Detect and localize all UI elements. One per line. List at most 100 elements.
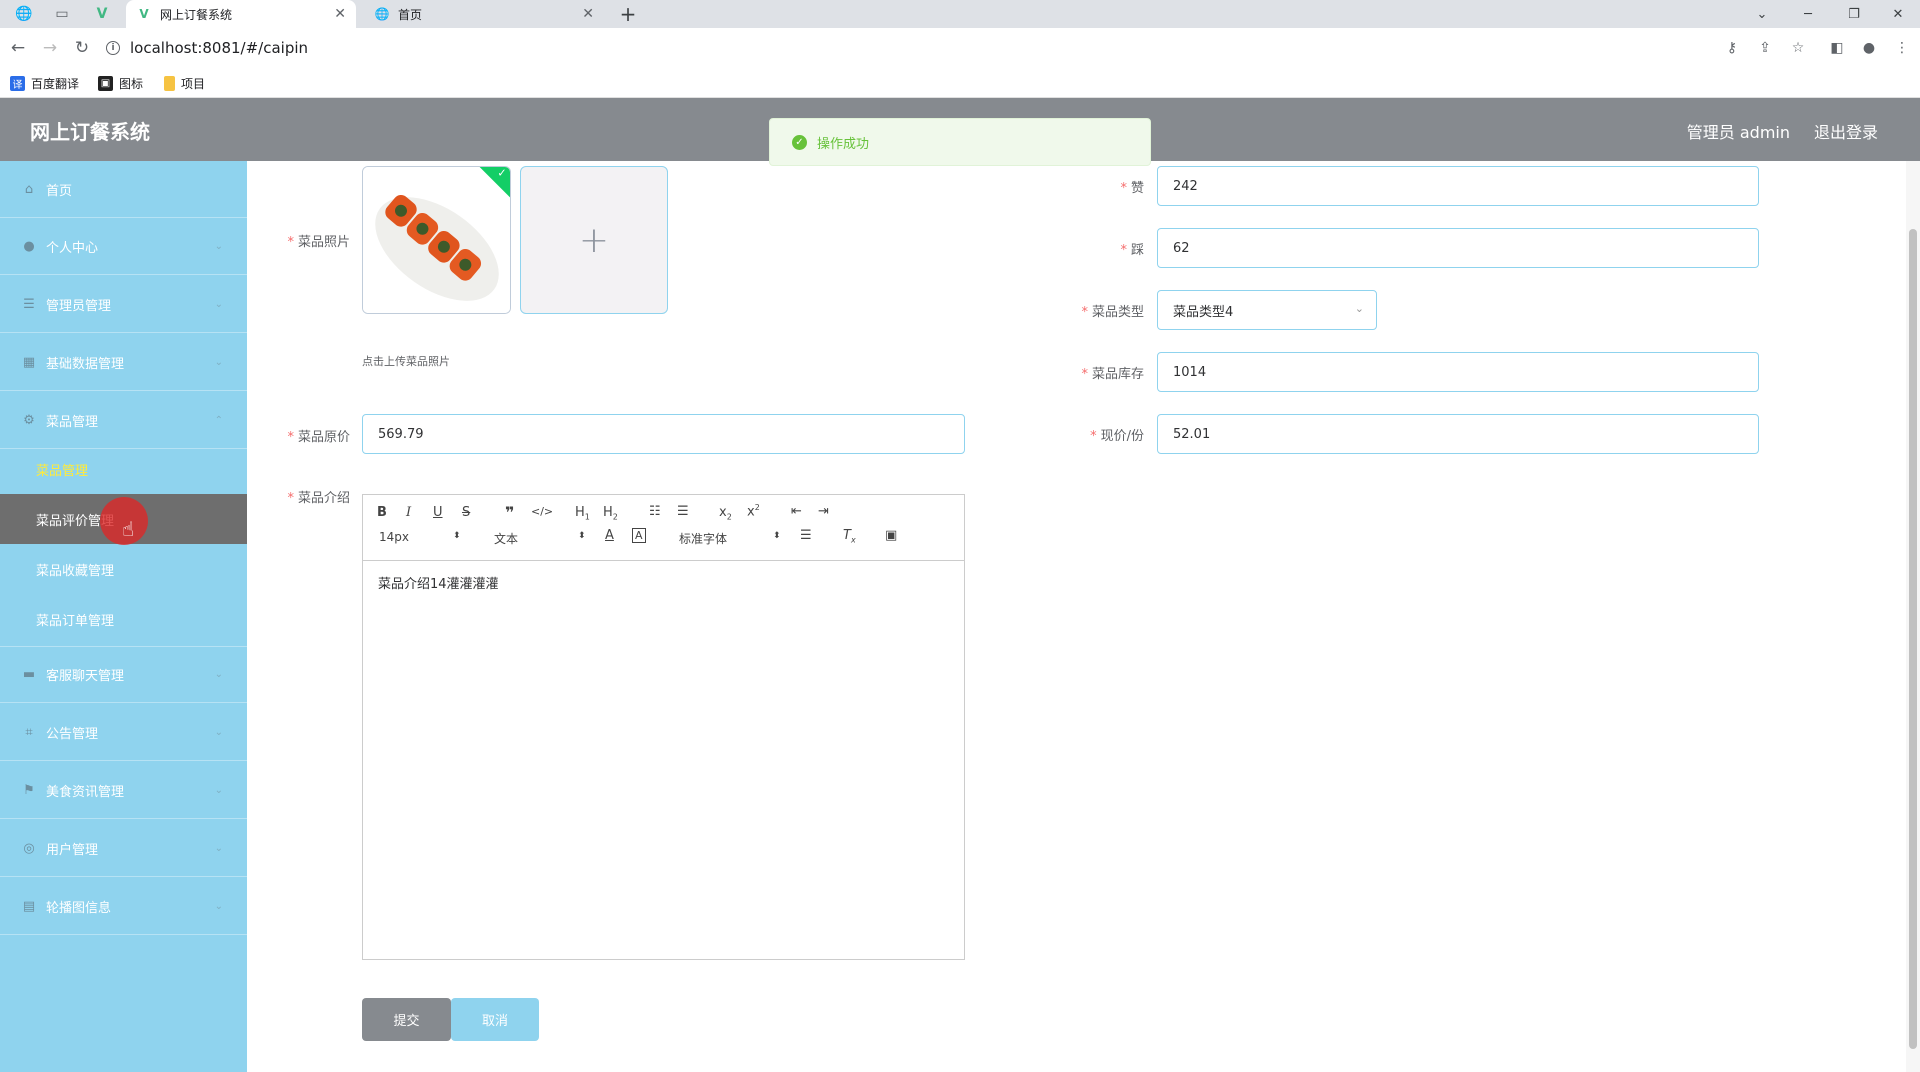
url-field[interactable]: i localhost:8081/#/caipin — [106, 34, 308, 62]
sidebar-subitem-dish-orders[interactable]: 菜品订单管理 — [0, 594, 247, 644]
chevron-down-icon: ⌄ — [214, 356, 223, 368]
sidebar-item-food-news[interactable]: ⚑ 美食资讯管理 ⌄ — [0, 762, 247, 819]
sidebar-item-label: 管理员管理 — [46, 298, 112, 314]
star-icon[interactable]: ☆ — [1786, 36, 1810, 60]
chevron-down-icon: ⌄ — [214, 298, 223, 310]
clean-format-icon[interactable]: Tx — [843, 528, 856, 545]
sidebar-item-carousel[interactable]: ▤ 轮播图信息 ⌄ — [0, 878, 247, 935]
vue-favicon-icon: V — [139, 7, 149, 21]
indent-icon[interactable]: ⇥ — [818, 504, 829, 519]
blank-tab-icon[interactable]: ▭ — [48, 0, 76, 28]
sidebar-item-profile[interactable]: ● 个人中心 ⌄ — [0, 218, 247, 275]
clipboard-icon: ▤ — [22, 898, 36, 914]
minimize-button[interactable]: ─ — [1786, 0, 1830, 28]
cancel-button[interactable]: 取消 — [451, 998, 539, 1041]
key-icon[interactable]: ⚷ — [1720, 36, 1744, 60]
sidepanel-icon[interactable]: ◧ — [1825, 36, 1849, 60]
back-icon[interactable]: ← — [6, 36, 30, 60]
user-label: 管理员 admin — [1686, 123, 1790, 142]
reload-icon[interactable]: ↻ — [70, 36, 94, 60]
font-family-select[interactable]: 标准字体 ⬍ — [679, 530, 781, 547]
tab-title: 首页 — [398, 7, 423, 22]
bold-icon[interactable]: B — [377, 505, 387, 520]
sidebar-item-label: 客服聊天管理 — [46, 669, 125, 684]
superscript-icon[interactable]: x2 — [747, 503, 760, 519]
window-close-button[interactable]: ✕ — [1876, 0, 1920, 28]
sidebar-item-label: 公告管理 — [46, 726, 99, 742]
bookmark-item[interactable]: 译 百度翻译 — [10, 74, 79, 92]
original-price-input[interactable]: 569.79 — [362, 414, 965, 454]
sidebar-item-admins[interactable]: ☰ 管理员管理 ⌄ — [0, 276, 247, 333]
bullet-list-icon[interactable]: ☰ — [677, 504, 689, 519]
header2-icon[interactable]: H2 — [603, 505, 618, 522]
scrollbar[interactable] — [1906, 161, 1920, 1072]
editor-content[interactable]: 菜品介绍14灌灌灌灌 — [363, 561, 964, 604]
bookmark-item[interactable]: ▣ 图标 — [98, 74, 143, 92]
tab-active[interactable]: V 网上订餐系统 ✕ — [126, 0, 356, 28]
browser-tab-bar: 🌐 ▭ V V 网上订餐系统 ✕ 🌐 首页 ✕ + ⌄ ─ ❐ ✕ — [0, 0, 1920, 28]
type-label: * 菜品类型 — [1081, 305, 1144, 320]
vue-icon[interactable]: V — [88, 0, 116, 28]
new-tab-button[interactable]: + — [614, 0, 642, 28]
tab-home[interactable]: 🌐 首页 ✕ — [364, 0, 604, 28]
cai-label: * 踩 — [1120, 243, 1144, 258]
current-price-input[interactable]: 52.01 — [1157, 414, 1759, 454]
align-icon[interactable]: ☰ — [800, 528, 812, 543]
spinner-icon: ⬍ — [578, 531, 586, 541]
sidebar-item-chat[interactable]: ▬ 客服聊天管理 ⌄ — [0, 646, 247, 703]
close-icon[interactable]: ✕ — [582, 6, 594, 22]
image-insert-icon[interactable]: ▣ — [885, 528, 897, 543]
menu-icon[interactable]: ⋮ — [1890, 36, 1914, 60]
stock-label: * 菜品库存 — [1081, 367, 1144, 382]
sidebar-item-notices[interactable]: ⌗ 公告管理 ⌄ — [0, 704, 247, 761]
tab-search-icon[interactable]: ⌄ — [1740, 0, 1784, 28]
code-icon[interactable]: </> — [531, 505, 553, 518]
monitor-icon: ▬ — [22, 667, 36, 682]
submit-button[interactable]: 提交 — [362, 998, 451, 1041]
image-icon: ▣ — [98, 75, 113, 91]
scrollbar-thumb[interactable] — [1909, 229, 1917, 1049]
header1-icon[interactable]: H1 — [575, 505, 590, 522]
sidebar-item-basic-data[interactable]: ▦ 基础数据管理 ⌄ — [0, 334, 247, 391]
strike-icon[interactable]: S — [462, 505, 470, 520]
zan-input[interactable]: 242 — [1157, 166, 1759, 206]
subscript-icon[interactable]: x2 — [719, 505, 732, 522]
editor-toolbar: B I U S ❞ </> H1 H2 ☷ ☰ x2 x2 ⇤ ⇥ 14px ⬍ … — [363, 495, 964, 561]
spinner-icon: ⬍ — [773, 531, 781, 541]
type-select[interactable]: 菜品类型4 ⌄ — [1157, 290, 1377, 330]
restore-button[interactable]: ❐ — [1832, 0, 1876, 28]
stock-input[interactable]: 1014 — [1157, 352, 1759, 392]
sidebar-item-label: 首页 — [46, 183, 73, 199]
underline-icon[interactable]: U — [433, 505, 443, 520]
background-color-icon[interactable]: A — [632, 528, 646, 543]
header-select[interactable]: 文本 ⬍ — [494, 530, 586, 547]
toast-message: 操作成功 — [817, 136, 870, 152]
sidebar-subitem-dish-favorites[interactable]: 菜品收藏管理 — [0, 544, 247, 594]
cai-input[interactable]: 62 — [1157, 228, 1759, 268]
ordered-list-icon[interactable]: ☷ — [649, 504, 661, 519]
bookmark-label: 图标 — [119, 76, 144, 91]
sidebar-item-home[interactable]: ⌂ 首页 — [0, 161, 247, 218]
forward-icon[interactable]: → — [38, 36, 62, 60]
logout-button[interactable]: 退出登录 — [1814, 119, 1878, 143]
font-color-icon[interactable]: A — [605, 528, 614, 543]
bookmark-item[interactable]: 项目 — [164, 74, 205, 92]
share-icon[interactable]: ⇪ — [1753, 36, 1777, 60]
sidebar-item-dishes[interactable]: ⚙ 菜品管理 ⌃ — [0, 392, 247, 449]
success-icon: ✓ — [792, 134, 807, 150]
blockquote-icon[interactable]: ❞ — [505, 503, 514, 522]
font-size-select[interactable]: 14px ⬍ — [379, 530, 461, 544]
upload-button[interactable]: + — [520, 166, 668, 314]
sidebar-item-users[interactable]: ◎ 用户管理 ⌄ — [0, 820, 247, 877]
rich-text-editor[interactable]: B I U S ❞ </> H1 H2 ☷ ☰ x2 x2 ⇤ ⇥ 14px ⬍ … — [362, 494, 965, 960]
info-icon[interactable]: i — [106, 41, 120, 55]
globe-favicon-icon: 🌐 — [374, 7, 390, 21]
chevron-down-icon: ⌄ — [214, 240, 223, 252]
dish-photo-thumbnail[interactable]: ✓ — [362, 166, 511, 314]
sidebar-subitem-dishes[interactable]: 菜品管理 — [0, 444, 247, 494]
close-icon[interactable]: ✕ — [334, 6, 346, 22]
italic-icon[interactable]: I — [406, 505, 411, 520]
outdent-icon[interactable]: ⇤ — [791, 504, 802, 519]
profile-icon[interactable]: ● — [1857, 36, 1881, 60]
globe-icon[interactable]: 🌐 — [10, 0, 38, 28]
